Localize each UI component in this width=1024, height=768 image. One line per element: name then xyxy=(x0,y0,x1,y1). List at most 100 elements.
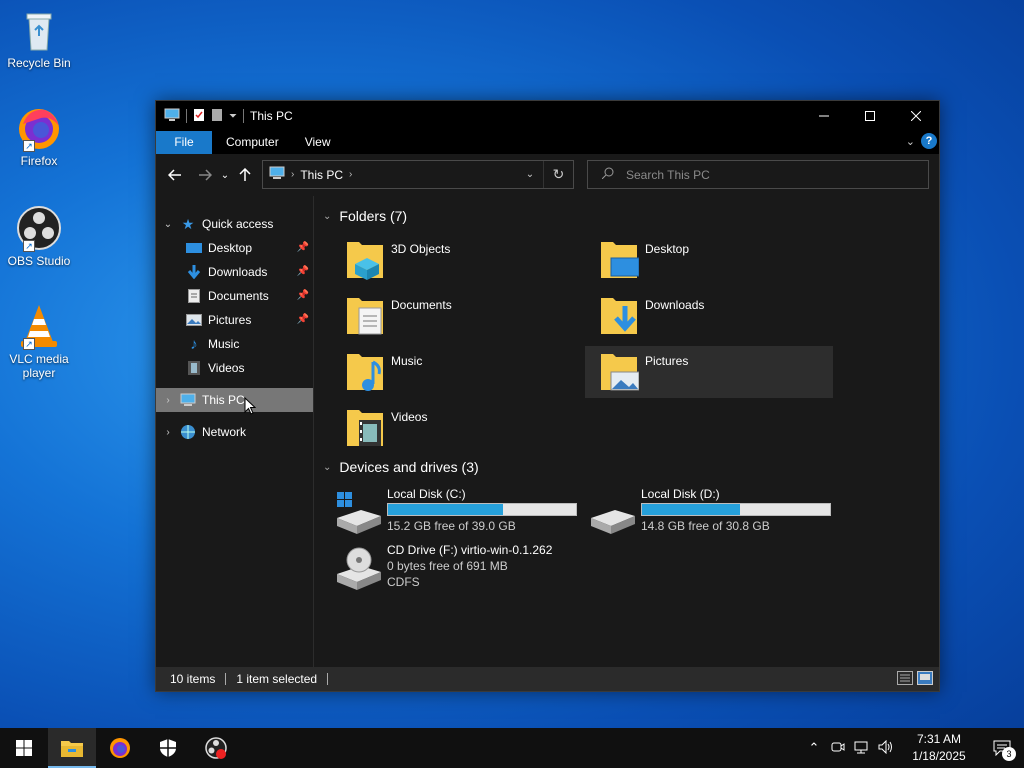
recent-locations-button[interactable]: ⌄ xyxy=(218,162,232,188)
sidebar-item-music[interactable]: ♪ Music xyxy=(156,332,313,356)
search-icon xyxy=(601,167,614,182)
drive-f[interactable]: CD Drive (F:) virtio-win-0.1.262 0 bytes… xyxy=(335,540,585,596)
content-pane: ⌄ Folders (7) 3D Objects Desktop Documen… xyxy=(315,196,939,668)
folder-name: Downloads xyxy=(645,298,705,312)
drive-c[interactable]: Local Disk (C:) 15.2 GB free of 39.0 GB xyxy=(335,484,585,536)
network-status-icon[interactable] xyxy=(850,740,874,757)
quick-access-toolbar: ⏷ xyxy=(156,101,244,131)
windows-logo-icon xyxy=(16,740,32,756)
search-box[interactable]: Search This PC xyxy=(587,160,929,189)
pin-icon[interactable]: 📌 xyxy=(297,242,309,253)
drives-group-header[interactable]: ⌄ Devices and drives (3) xyxy=(323,459,479,475)
sidebar-item-downloads[interactable]: Downloads 📌 xyxy=(156,260,313,284)
desktop-icon-vlc[interactable]: ↗ VLC media player xyxy=(4,302,74,380)
document-icon xyxy=(186,288,202,304)
expand-chevron-icon[interactable]: › xyxy=(162,395,174,406)
expand-ribbon-icon[interactable]: ⌄ xyxy=(906,135,915,148)
folder-3d-objects[interactable]: 3D Objects xyxy=(337,234,585,286)
sidebar-item-label: Network xyxy=(202,425,247,439)
title-bar[interactable]: ⏷ This PC xyxy=(156,101,939,131)
taskbar-file-explorer[interactable] xyxy=(48,728,96,768)
videos-folder-icon xyxy=(345,404,385,448)
mouse-cursor-icon xyxy=(244,397,256,415)
sidebar-item-quick-access[interactable]: ⌄ ★ Quick access xyxy=(156,212,313,236)
help-icon[interactable]: ? xyxy=(921,133,937,149)
downloads-folder-icon xyxy=(599,292,639,336)
close-button[interactable] xyxy=(893,101,939,131)
folders-group-header[interactable]: ⌄ Folders (7) xyxy=(323,208,407,224)
folder-documents[interactable]: Documents xyxy=(337,290,585,342)
folder-name: Music xyxy=(391,354,423,368)
collapse-chevron-icon[interactable]: ⌄ xyxy=(323,211,331,222)
folder-music[interactable]: Music xyxy=(337,346,585,398)
network-icon xyxy=(180,424,196,440)
expand-chevron-icon[interactable]: ⌄ xyxy=(162,219,174,230)
pictures-icon xyxy=(186,312,202,328)
forward-button[interactable] xyxy=(192,162,218,188)
properties-icon[interactable] xyxy=(193,108,205,125)
back-button[interactable] xyxy=(162,162,188,188)
large-icons-view-icon[interactable] xyxy=(917,671,933,688)
tab-computer[interactable]: Computer xyxy=(212,131,293,154)
show-hidden-icons-chevron-icon[interactable]: ⌃ xyxy=(802,740,826,756)
sidebar-item-documents[interactable]: Documents 📌 xyxy=(156,284,313,308)
refresh-icon[interactable]: ↻ xyxy=(543,161,573,188)
group-header-label: Folders (7) xyxy=(339,208,408,224)
desktop-icon-firefox[interactable]: ↗ Firefox xyxy=(4,104,74,168)
pin-icon[interactable]: 📌 xyxy=(297,314,309,325)
volume-icon[interactable] xyxy=(874,739,898,757)
breadcrumb-this-pc[interactable]: This PC xyxy=(300,168,343,182)
desktop-icon-recycle-bin[interactable]: Recycle Bin xyxy=(4,6,74,70)
minimize-button[interactable] xyxy=(801,101,847,131)
desktop-icon-obs[interactable]: ↗ OBS Studio xyxy=(4,204,74,268)
sidebar-item-network[interactable]: › Network xyxy=(156,420,313,444)
breadcrumb-chevron-icon[interactable]: › xyxy=(291,169,294,180)
firefox-icon: ↗ xyxy=(15,104,63,152)
start-button[interactable] xyxy=(0,728,48,768)
address-bar[interactable]: › This PC › ⌄ ↻ xyxy=(262,160,574,189)
sidebar-item-this-pc[interactable]: › This PC xyxy=(156,388,313,412)
forward-arrow-icon xyxy=(199,169,212,181)
clock-time: 7:31 AM xyxy=(916,732,962,746)
clock[interactable]: 7:31 AM 1/18/2025 xyxy=(904,731,974,765)
address-dropdown-icon[interactable]: ⌄ xyxy=(517,169,543,180)
folder-pictures[interactable]: Pictures xyxy=(585,346,833,398)
up-button[interactable] xyxy=(232,162,258,188)
tab-file[interactable]: File xyxy=(156,131,212,154)
desktop-folder-icon xyxy=(599,236,640,280)
folder-desktop[interactable]: Desktop xyxy=(591,234,839,286)
sidebar-item-videos[interactable]: Videos xyxy=(156,356,313,380)
details-view-icon[interactable] xyxy=(897,671,913,688)
group-header-label: Devices and drives (3) xyxy=(339,459,479,475)
folder-downloads[interactable]: Downloads xyxy=(591,290,839,342)
breadcrumb-chevron-icon[interactable]: › xyxy=(349,169,352,180)
drive-d[interactable]: Local Disk (D:) 14.8 GB free of 30.8 GB xyxy=(589,484,839,536)
tab-view[interactable]: View xyxy=(293,131,343,154)
taskbar-obs[interactable] xyxy=(192,728,240,768)
desktop-folder-icon xyxy=(186,240,202,256)
folder-videos[interactable]: Videos xyxy=(337,402,585,454)
folder-name: Videos xyxy=(391,410,428,424)
sidebar-item-desktop[interactable]: Desktop 📌 xyxy=(156,236,313,260)
folder-name: Pictures xyxy=(645,354,689,368)
taskbar-windows-security[interactable] xyxy=(144,728,192,768)
ribbon-tabs: File Computer View ⌄ ? xyxy=(156,131,939,154)
collapse-chevron-icon[interactable]: ⌄ xyxy=(323,462,331,473)
drive-free-space: 0 bytes free of 691 MB xyxy=(387,559,508,573)
sidebar-item-pictures[interactable]: Pictures 📌 xyxy=(156,308,313,332)
expand-chevron-icon[interactable]: › xyxy=(162,427,174,438)
new-folder-icon[interactable] xyxy=(211,108,223,125)
customize-toolbar-icon[interactable]: ⏷ xyxy=(229,111,237,122)
meet-now-icon[interactable] xyxy=(826,740,850,757)
file-explorer-window: ⏷ This PC File Computer View ⌄ ? ⌄ › Thi… xyxy=(155,100,940,692)
navigation-pane: ⌄ ★ Quick access Desktop 📌 Downloads 📌 D… xyxy=(156,196,314,668)
pin-icon[interactable]: 📌 xyxy=(297,266,309,277)
drive-filesystem: CDFS xyxy=(387,575,420,589)
action-center-button[interactable]: 3 xyxy=(980,728,1024,768)
shield-icon xyxy=(160,739,176,757)
item-count: 10 items xyxy=(170,672,216,686)
computer-icon xyxy=(180,392,196,408)
maximize-button[interactable] xyxy=(847,101,893,131)
pin-icon[interactable]: 📌 xyxy=(297,290,309,301)
taskbar-firefox[interactable] xyxy=(96,728,144,768)
